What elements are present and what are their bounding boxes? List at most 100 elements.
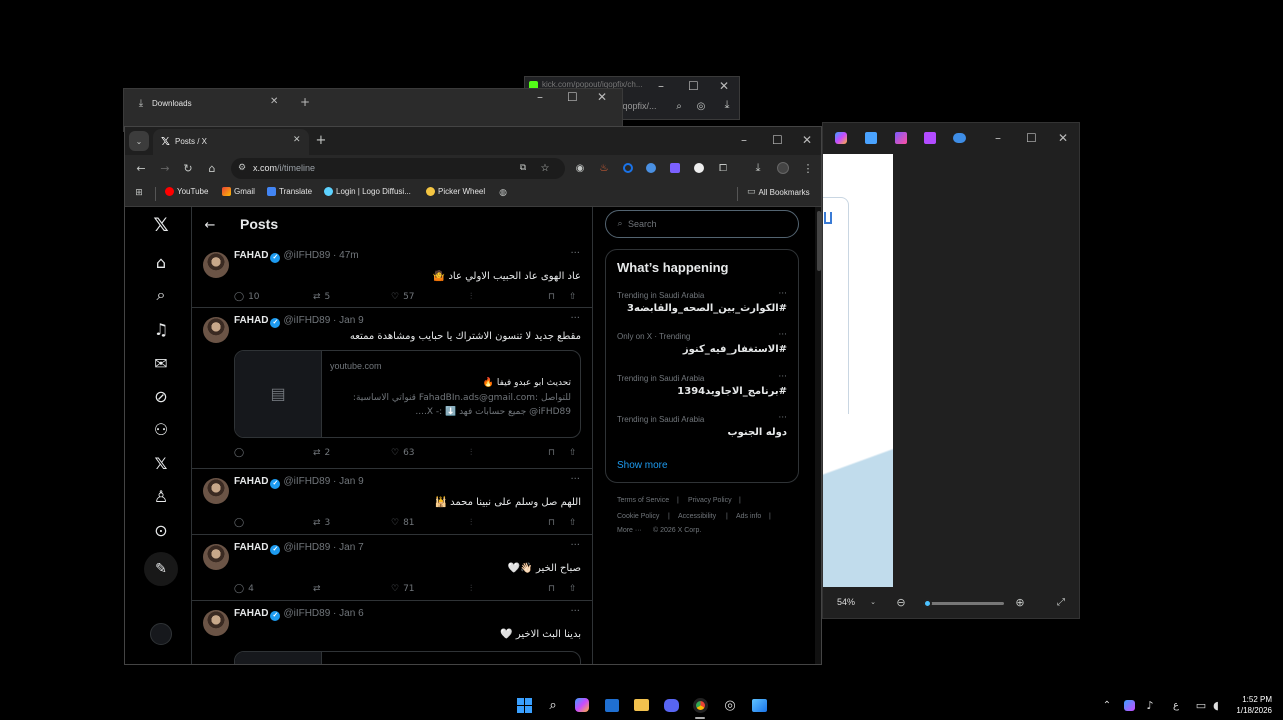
post-author[interactable]: FAHAD ✓ @iIFHD89 · Jan 6 bbox=[234, 608, 364, 621]
bookmark-youtube[interactable]: YouTube bbox=[165, 187, 208, 196]
chevron-down-icon[interactable]: ⌄ bbox=[868, 597, 878, 607]
volume-icon[interactable]: ◖ bbox=[1207, 696, 1225, 714]
extension-fire-icon[interactable]: ♨ bbox=[597, 161, 611, 175]
post[interactable]: FAHAD ✓ @iIFHD89 · Jan 9 ··· اللهم صل وسلم… bbox=[192, 469, 592, 535]
show-more-link[interactable]: Show more bbox=[617, 460, 668, 471]
more-options-icon[interactable]: ··· bbox=[778, 330, 787, 340]
bookmark-translate[interactable]: Translate bbox=[267, 187, 312, 196]
more-options-icon[interactable]: ··· bbox=[778, 413, 787, 423]
link-card[interactable] bbox=[234, 651, 581, 664]
downloads-tab-close-button[interactable]: ✕ bbox=[270, 96, 278, 107]
discord-icon[interactable] bbox=[662, 696, 680, 714]
chrome-close-button[interactable]: ✕ bbox=[802, 133, 812, 147]
post-author[interactable]: FAHAD ✓ @iIFHD89 · Jan 7 bbox=[234, 542, 364, 555]
like-button[interactable]: ♡ 57 bbox=[391, 292, 415, 302]
home-icon[interactable]: ⌂ bbox=[205, 161, 219, 175]
copilot-tray-icon[interactable] bbox=[1120, 696, 1138, 714]
avatar[interactable] bbox=[203, 544, 229, 570]
chrome-window[interactable]: ⌄ 𝕏 Posts / X ✕ + – ☐ ✕ ← → ↻ ⌂ ⚙ x.com/… bbox=[124, 126, 822, 665]
bookmark-button[interactable]: ⊓ bbox=[548, 584, 555, 594]
messages-mail-icon[interactable]: ✉ bbox=[149, 351, 173, 375]
globe-icon[interactable]: ◍ bbox=[497, 187, 509, 199]
share-button[interactable]: ⇧ bbox=[569, 292, 577, 302]
extension-white-icon[interactable] bbox=[692, 161, 706, 175]
tab-search-button[interactable]: ⌄ bbox=[129, 131, 149, 151]
avatar[interactable] bbox=[203, 317, 229, 343]
new-tab-button[interactable]: + bbox=[313, 132, 329, 148]
like-button[interactable]: ♡ 63 bbox=[391, 448, 415, 458]
like-button[interactable]: ♡ 71 bbox=[391, 584, 415, 594]
more-options-icon[interactable]: ··· bbox=[778, 289, 787, 299]
communities-icon[interactable]: ⚇ bbox=[149, 417, 173, 441]
photos-icon[interactable] bbox=[750, 696, 768, 714]
repost-button[interactable]: ⇄ 5 bbox=[313, 292, 330, 302]
back-icon[interactable]: ← bbox=[134, 161, 148, 175]
downloads-minimize-button[interactable]: – bbox=[537, 90, 543, 104]
search-input[interactable]: ⌕ Search bbox=[605, 210, 799, 238]
install-app-icon[interactable]: ⧉ bbox=[517, 162, 529, 174]
more-options-icon[interactable]: ··· bbox=[570, 313, 580, 324]
x-logo-icon[interactable]: 𝕏 bbox=[149, 213, 173, 237]
like-button[interactable]: ♡ 81 bbox=[391, 518, 415, 528]
reload-icon[interactable]: ↻ bbox=[181, 161, 195, 175]
copilot-icon[interactable] bbox=[835, 132, 847, 144]
image-viewer-window[interactable]: – ☐ ✕ 54% ⌄ ⊖ ⊕ ⤢ bbox=[822, 122, 1080, 619]
viewer-minimize-button[interactable]: – bbox=[995, 131, 1001, 145]
reply-button[interactable]: ◯ bbox=[234, 448, 248, 458]
download-icon[interactable]: ⤓ bbox=[721, 98, 733, 111]
bookmark-gmail[interactable]: Gmail bbox=[222, 187, 255, 196]
explore-search-icon[interactable]: ⌕ bbox=[149, 283, 173, 307]
viewer-maximize-button[interactable]: ☐ bbox=[1026, 131, 1037, 145]
kick-maximize-button[interactable]: ☐ bbox=[688, 79, 699, 93]
zoom-in-icon[interactable]: ⊕ bbox=[1014, 596, 1026, 609]
post-author[interactable]: FAHAD ✓ @iIFHD89 · Jan 9 bbox=[234, 315, 364, 328]
chrome-minimize-button[interactable]: – bbox=[741, 133, 747, 147]
profile-avatar[interactable] bbox=[776, 161, 790, 175]
more-options-icon[interactable]: ··· bbox=[570, 474, 580, 485]
terms-link[interactable]: Terms of Service bbox=[617, 497, 669, 504]
kick-minimize-button[interactable]: – bbox=[658, 79, 664, 93]
post[interactable]: FAHAD ✓ @iIFHD89 · Jan 6 ··· بدينا البث ال… bbox=[192, 601, 592, 664]
accessibility-link[interactable]: Accessibility bbox=[678, 513, 716, 520]
chrome-icon[interactable] bbox=[691, 696, 709, 714]
tab-posts[interactable]: 𝕏 Posts / X ✕ bbox=[153, 129, 309, 155]
views-button[interactable]: ⫶ bbox=[470, 448, 472, 458]
site-info-icon[interactable]: ⚙ bbox=[236, 162, 248, 174]
chrome-menu-icon[interactable]: ⋮ bbox=[801, 161, 815, 175]
account-avatar[interactable] bbox=[149, 622, 173, 646]
link-card[interactable]: ▤ youtube.com تحديث ابو عبدو فيفا 🔥 للتو… bbox=[234, 350, 581, 438]
cloud-icon[interactable] bbox=[953, 133, 966, 143]
zoom-slider-thumb[interactable] bbox=[923, 599, 932, 608]
zoom-icon[interactable]: ⌕ bbox=[673, 100, 685, 112]
search-icon[interactable]: ⌕ bbox=[544, 696, 562, 714]
views-button[interactable]: ⫶ bbox=[470, 584, 472, 594]
forward-icon[interactable]: → bbox=[158, 161, 172, 175]
zoom-slider[interactable] bbox=[923, 599, 1004, 608]
premium-x-icon[interactable]: 𝕏 bbox=[149, 451, 173, 475]
bookmark-logo-diffusion[interactable]: Login | Logo Diffusi... bbox=[324, 187, 411, 196]
microphone-icon[interactable]: ♪ bbox=[1141, 696, 1159, 714]
show-hidden-icons-chevron-icon[interactable]: ⌃ bbox=[1098, 696, 1116, 714]
ads-info-link[interactable]: Ads info bbox=[736, 513, 761, 520]
kick-close-button[interactable]: ✕ bbox=[719, 79, 729, 93]
grok-icon[interactable]: ⊘ bbox=[149, 384, 173, 408]
extension-blue-icon[interactable] bbox=[644, 161, 658, 175]
post-author[interactable]: FAHAD ✓ @iIFHD89 · 47m bbox=[234, 250, 359, 263]
url-text[interactable]: x.com/i/timeline bbox=[253, 163, 315, 173]
extensions-puzzle-icon[interactable]: ⧠ bbox=[716, 161, 730, 175]
views-button[interactable]: ⫶ bbox=[470, 518, 472, 528]
reply-button[interactable]: ◯ 4 bbox=[234, 584, 254, 594]
post[interactable]: FAHAD ✓ @iIFHD89 · Jan 9 ··· مقطع جديد لا … bbox=[192, 308, 592, 469]
downloads-tab-title[interactable]: Downloads bbox=[152, 99, 192, 108]
downloads-maximize-button[interactable]: ☐ bbox=[567, 90, 578, 104]
downloads-close-button[interactable]: ✕ bbox=[597, 90, 607, 104]
zoom-out-icon[interactable]: ⊖ bbox=[895, 596, 907, 609]
eye-off-icon[interactable]: ◎ bbox=[695, 100, 707, 112]
app-icon[interactable]: ◎ bbox=[721, 696, 739, 714]
avatar[interactable] bbox=[203, 252, 229, 278]
bookmark-star-icon[interactable]: ☆ bbox=[539, 162, 551, 174]
more-circle-icon[interactable]: ⊙ bbox=[149, 518, 173, 542]
share-button[interactable]: ⇧ bbox=[569, 518, 577, 528]
post[interactable]: FAHAD ✓ @iIFHD89 · Jan 7 ··· صباح الخير 👋🏻… bbox=[192, 535, 592, 601]
new-tab-button[interactable]: + bbox=[300, 95, 310, 109]
